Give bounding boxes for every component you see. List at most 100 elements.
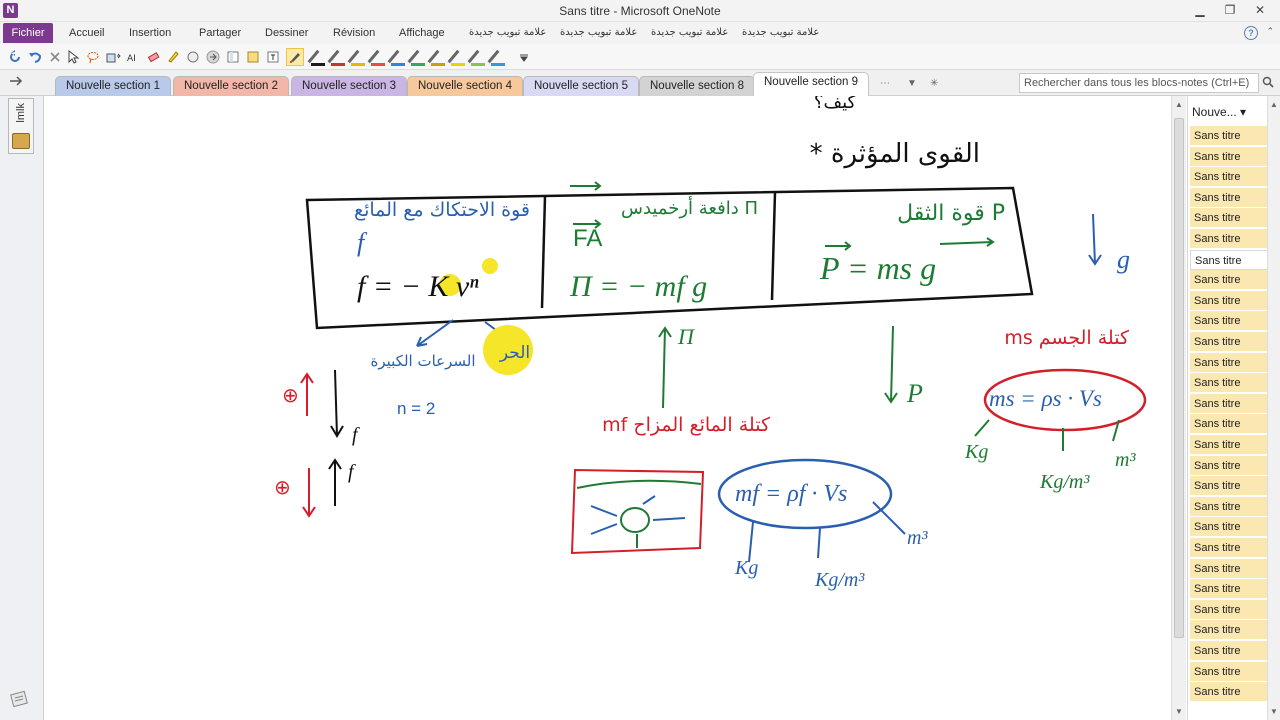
page-item[interactable]: Sans titre <box>1190 620 1268 641</box>
section-tab-4[interactable]: Nouvelle section 4 <box>407 76 523 96</box>
note-icon[interactable] <box>244 48 262 66</box>
pen-active-icon[interactable] <box>286 48 304 66</box>
notebook-expand-button[interactable]: lmlk <box>8 98 34 154</box>
page-item[interactable]: Sans titre <box>1190 146 1268 167</box>
tab-affichage[interactable]: Affichage <box>399 27 445 39</box>
section-tab-3[interactable]: Nouvelle section 3 <box>291 76 407 96</box>
pen-color-5[interactable] <box>387 48 406 66</box>
tab-custom-1[interactable]: علامة تبويب جديدة <box>469 27 546 38</box>
tab-accueil[interactable]: Accueil <box>69 27 104 39</box>
new-section-icon[interactable]: ✳ <box>930 78 938 89</box>
page-item[interactable]: Sans titre <box>1190 414 1268 435</box>
title-bar: N Sans titre - Microsoft OneNote ▁ ❐ ✕ <box>0 0 1280 22</box>
section-tab-1[interactable]: Nouvelle section 1 <box>55 76 171 96</box>
page-item[interactable]: Sans titre <box>1190 682 1268 703</box>
pen-color-6[interactable] <box>407 48 426 66</box>
page-scroll-down-icon[interactable]: ▼ <box>1270 707 1278 716</box>
select-icon[interactable] <box>64 48 82 66</box>
note-canvas[interactable]: * القوى المؤثرة كيف؟ قوة الثقل P P = ms … <box>45 96 1171 720</box>
shape-circle-icon[interactable] <box>184 48 202 66</box>
pen-color-2[interactable] <box>327 48 346 66</box>
collapse-ribbon-icon[interactable]: ⌃ <box>1266 26 1274 37</box>
search-icon[interactable] <box>1262 76 1274 91</box>
close-icon[interactable]: ✕ <box>1250 2 1270 18</box>
delete-icon[interactable] <box>46 48 64 66</box>
page-view-icon[interactable] <box>224 48 242 66</box>
page-item[interactable]: Sans titre <box>1190 187 1268 208</box>
body-mass-label: ms كتلة الجسم <box>1004 327 1130 349</box>
pen-color-9[interactable] <box>467 48 486 66</box>
file-tab[interactable]: Fichier <box>3 23 53 43</box>
page-item[interactable]: Sans titre <box>1190 332 1268 352</box>
undo-icon[interactable] <box>26 48 44 66</box>
page-item[interactable]: Sans titre <box>1190 496 1268 517</box>
tab-custom-3[interactable]: علامة تبويب جديدة <box>651 27 728 38</box>
page-item[interactable]: Sans titre <box>1190 373 1268 394</box>
text-tool-icon[interactable] <box>264 48 282 66</box>
minimize-icon[interactable]: ▁ <box>1190 2 1210 18</box>
page-scroll-up-icon[interactable]: ▲ <box>1270 100 1278 109</box>
tab-dessiner[interactable]: Dessiner <box>265 27 308 39</box>
page-item[interactable]: Sans titre <box>1190 435 1268 455</box>
page-item[interactable]: Sans titre <box>1190 517 1268 538</box>
eraser-icon[interactable] <box>144 48 162 66</box>
tab-custom-2[interactable]: علامة تبويب جديدة <box>560 27 637 38</box>
scroll-up-icon[interactable]: ▲ <box>1175 100 1183 109</box>
page-item[interactable]: Sans titre <box>1190 641 1268 661</box>
help-icon[interactable]: ? <box>1244 26 1258 40</box>
new-page-button[interactable]: Nouve... ▾ <box>1188 102 1268 122</box>
tab-insertion[interactable]: Insertion <box>129 27 171 39</box>
page-item[interactable]: Sans titre <box>1190 311 1268 332</box>
page-item[interactable]: Sans titre <box>1190 661 1268 682</box>
arrow-right-icon[interactable] <box>204 48 222 66</box>
tab-custom-4[interactable]: علامة تبويب جديدة <box>742 27 819 38</box>
page-item[interactable]: Sans titre <box>1190 249 1268 270</box>
unfiled-notes-icon[interactable] <box>10 690 30 708</box>
sections-overflow-icon[interactable]: ▼ <box>907 78 917 89</box>
page-item[interactable]: Sans titre <box>1190 270 1268 291</box>
page-item[interactable]: Sans titre <box>1190 167 1268 188</box>
page-item[interactable]: Sans titre <box>1190 393 1268 414</box>
tab-revision[interactable]: Révision <box>333 27 375 39</box>
restore-icon[interactable]: ❐ <box>1220 2 1240 18</box>
highlighter-icon[interactable] <box>164 48 182 66</box>
section-tab-9-current[interactable]: Nouvelle section 9 <box>753 72 869 96</box>
canvas-scrollbar[interactable]: ▲ ▼ <box>1171 96 1186 720</box>
tab-partager[interactable]: Partager <box>199 27 241 39</box>
toolbar-dropdown-icon[interactable] <box>515 48 533 66</box>
back-icon[interactable] <box>6 48 24 66</box>
page-item[interactable]: Sans titre <box>1190 599 1268 620</box>
page-item[interactable]: Sans titre <box>1190 538 1268 558</box>
pen-color-7[interactable] <box>427 48 446 66</box>
page-item[interactable]: Sans titre <box>1190 476 1268 497</box>
ink-to-text-icon[interactable]: AI <box>124 48 142 66</box>
section-tab-2[interactable]: Nouvelle section 2 <box>173 76 289 96</box>
section-tab-8[interactable]: Nouvelle section 8 <box>639 76 755 96</box>
pen-color-4[interactable] <box>367 48 386 66</box>
lasso-icon[interactable] <box>84 48 102 66</box>
more-sections-icon[interactable]: ⋯ <box>880 78 890 89</box>
page-list-scrollbar[interactable]: ▲ ▼ <box>1267 96 1280 720</box>
page-item[interactable]: Sans titre <box>1190 229 1268 249</box>
pen-color-3[interactable] <box>347 48 366 66</box>
notebook-navigation-pane: lmlk <box>0 96 44 720</box>
page-item[interactable]: Sans titre <box>1190 290 1268 311</box>
scroll-down-icon[interactable]: ▼ <box>1175 707 1183 716</box>
search-notebooks-input[interactable]: Rechercher dans tous les blocs-notes (Ct… <box>1019 73 1259 93</box>
page-item[interactable]: Sans titre <box>1190 352 1268 373</box>
section-tab-5[interactable]: Nouvelle section 5 <box>523 76 639 96</box>
navigate-back-icon[interactable] <box>8 75 24 90</box>
canvas-scroll-thumb[interactable] <box>1174 118 1184 638</box>
fluid-mass-formula: mf = ρf · Vs <box>735 481 847 507</box>
page-item[interactable]: Sans titre <box>1190 455 1268 476</box>
page-item[interactable]: Sans titre <box>1190 126 1268 146</box>
pen-color-1[interactable] <box>307 48 326 66</box>
pen-color-10[interactable] <box>487 48 506 66</box>
page-item[interactable]: Sans titre <box>1190 558 1268 579</box>
pen-color-8[interactable] <box>447 48 466 66</box>
friction-f-label: f <box>357 228 368 257</box>
heading-text: * القوى المؤثرة <box>810 139 980 169</box>
page-item[interactable]: Sans titre <box>1190 579 1268 600</box>
page-item[interactable]: Sans titre <box>1190 208 1268 229</box>
panning-icon[interactable] <box>104 48 122 66</box>
